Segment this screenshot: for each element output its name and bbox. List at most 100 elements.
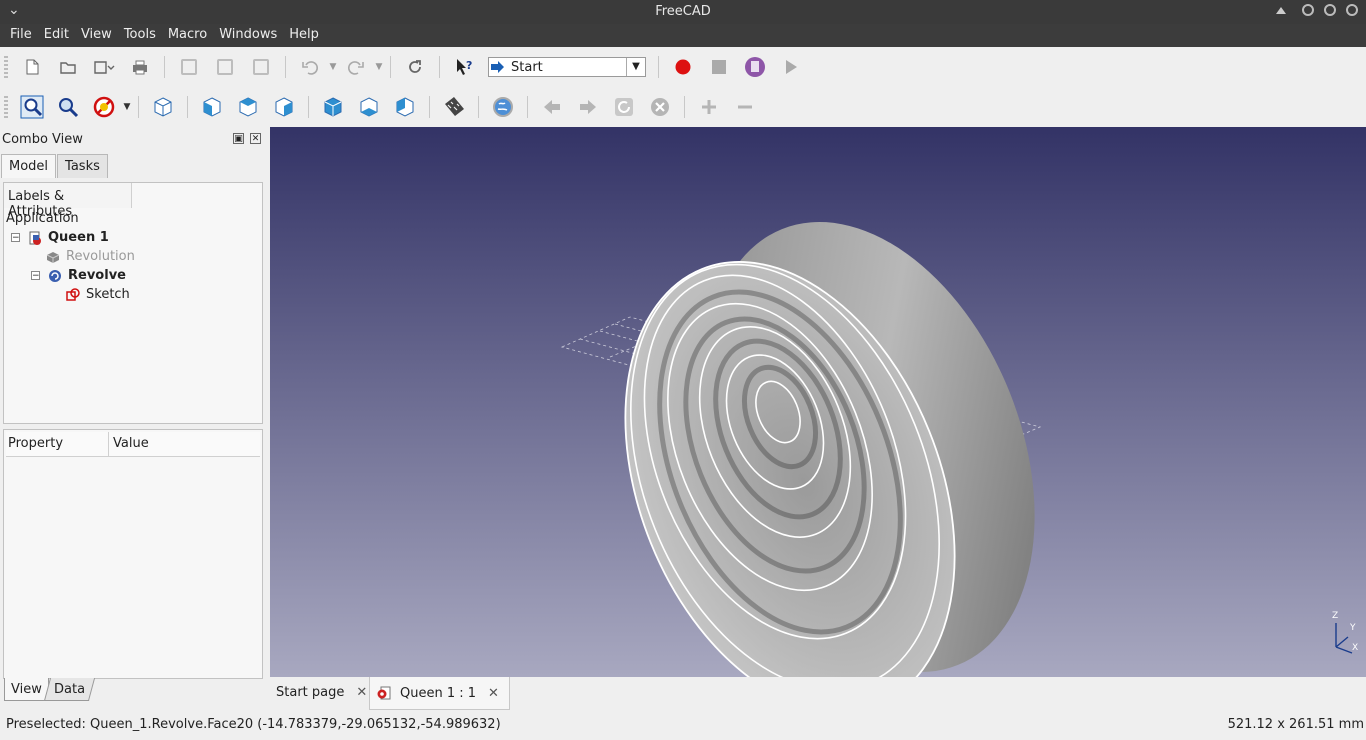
axis-cross: Z Y X (1330, 611, 1360, 661)
column-property[interactable]: Property (8, 436, 63, 451)
document-gear-icon (377, 686, 391, 700)
tab-view[interactable]: View (4, 678, 49, 701)
record-macro-icon[interactable] (670, 54, 696, 80)
property-view-tabs: View Data (4, 678, 95, 701)
tab-label: Queen 1 : 1 (400, 685, 477, 701)
view-front-icon[interactable] (199, 94, 225, 120)
draw-style-icon[interactable] (91, 94, 117, 120)
zoom-out-icon[interactable] (732, 94, 758, 120)
menu-macro[interactable]: Macro (162, 24, 213, 47)
view-left-icon[interactable] (392, 94, 418, 120)
view-isometric-icon[interactable] (150, 94, 176, 120)
save-icon[interactable] (91, 54, 117, 80)
web-globe-icon[interactable] (490, 94, 516, 120)
view-rear-icon[interactable] (320, 94, 346, 120)
redo-icon[interactable] (343, 54, 369, 80)
stop-macro-icon[interactable] (706, 54, 732, 80)
tree-item-label: Revolution (66, 249, 135, 264)
shade-icon[interactable] (1276, 6, 1286, 14)
zoom-in-icon[interactable] (696, 94, 722, 120)
whats-this-icon[interactable]: ? (451, 54, 477, 80)
cut-icon[interactable] (176, 54, 202, 80)
open-icon[interactable] (55, 54, 81, 80)
workbench-selector[interactable]: Start ▼ (488, 57, 646, 77)
toolbar-separator (684, 96, 685, 118)
toolbar-grip[interactable] (4, 96, 8, 118)
tree-item-revolve[interactable]: − Revolve (31, 266, 126, 285)
menu-file[interactable]: File (4, 24, 38, 47)
toolbar-separator (285, 56, 286, 78)
undo-icon[interactable] (297, 54, 323, 80)
close-button[interactable] (1346, 4, 1358, 16)
fit-selection-icon[interactable] (55, 94, 81, 120)
view-top-icon[interactable] (235, 94, 261, 120)
close-tab-icon[interactable]: ✕ (488, 686, 499, 701)
toolbar-separator (308, 96, 309, 118)
title-bar: ⌄ FreeCAD (0, 0, 1366, 24)
toolbar-separator (527, 96, 528, 118)
run-macro-icon[interactable] (778, 54, 804, 80)
tab-label: Start page (276, 684, 345, 700)
menu-bar: File Edit View Tools Macro Windows Help (0, 24, 1366, 47)
view-right-icon[interactable] (271, 94, 297, 120)
3d-viewport[interactable]: Z Y X (270, 127, 1366, 677)
tab-data[interactable]: Data (43, 678, 95, 701)
tree-item-label: Sketch (86, 287, 130, 302)
menu-tools[interactable]: Tools (118, 24, 162, 47)
document-tabs: Start page ✕ Queen 1 : 1 ✕ (270, 677, 1366, 711)
document-icon (29, 231, 41, 245)
redo-dropdown-icon[interactable]: ▼ (374, 62, 384, 72)
print-icon[interactable] (127, 54, 153, 80)
collapse-icon[interactable]: − (11, 233, 20, 243)
tab-model[interactable]: Model (1, 154, 57, 178)
property-view: Property Value (3, 429, 263, 679)
menu-help[interactable]: Help (283, 24, 325, 47)
minimize-button[interactable] (1302, 4, 1314, 16)
measure-distance-icon[interactable] (441, 94, 467, 120)
axis-z-label: Z (1332, 611, 1339, 621)
undo-dropdown-icon[interactable]: ▼ (328, 62, 338, 72)
close-tab-icon[interactable]: ✕ (356, 685, 367, 700)
toolbar-grip[interactable] (4, 56, 8, 78)
tab-start-page[interactable]: Start page ✕ (276, 677, 367, 707)
svg-text:?: ? (466, 59, 472, 72)
forward-arrow-icon[interactable] (575, 94, 601, 120)
sketch-icon (66, 287, 80, 301)
float-panel-icon[interactable]: ▣ (233, 133, 244, 144)
property-table-header: Property Value (6, 432, 260, 457)
collapse-icon[interactable]: − (31, 271, 40, 281)
toolbar-separator (164, 56, 165, 78)
model-tree: Labels & Attributes Application − Queen … (3, 182, 263, 424)
view-bottom-icon[interactable] (356, 94, 382, 120)
new-document-icon[interactable] (19, 54, 45, 80)
workbench-label: Start (511, 59, 543, 75)
maximize-button[interactable] (1324, 4, 1336, 16)
fit-all-icon[interactable] (19, 94, 45, 120)
axis-y-label: Y (1350, 623, 1356, 633)
toolbar-separator (658, 56, 659, 78)
back-arrow-icon[interactable] (539, 94, 565, 120)
tree-item-sketch[interactable]: Sketch (66, 285, 130, 304)
refresh-icon[interactable] (402, 54, 428, 80)
tree-item-revolution[interactable]: Revolution (46, 247, 135, 266)
toolbar-separator (439, 56, 440, 78)
tab-queen-document[interactable]: Queen 1 : 1 ✕ (369, 677, 510, 710)
draw-style-dropdown-icon[interactable]: ▼ (122, 102, 132, 112)
menu-edit[interactable]: Edit (38, 24, 75, 47)
stop-loading-icon[interactable] (647, 94, 673, 120)
column-value[interactable]: Value (108, 432, 149, 456)
tree-header-labels[interactable]: Labels & Attributes (4, 183, 132, 219)
tab-tasks[interactable]: Tasks (57, 154, 108, 178)
tree-item-application[interactable]: Application (6, 209, 79, 228)
macros-icon[interactable] (742, 54, 768, 80)
menu-view[interactable]: View (75, 24, 118, 47)
close-panel-icon[interactable]: ✕ (250, 133, 261, 144)
menu-windows[interactable]: Windows (213, 24, 283, 47)
copy-icon[interactable] (212, 54, 238, 80)
main-toolbar: ▼ ▼ ? Start ▼ (0, 47, 1366, 88)
paste-icon[interactable] (248, 54, 274, 80)
reload-icon[interactable] (611, 94, 637, 120)
toolbar-separator (390, 56, 391, 78)
tree-item-queen1[interactable]: − Queen 1 (11, 228, 109, 247)
toolbar-separator (478, 96, 479, 118)
